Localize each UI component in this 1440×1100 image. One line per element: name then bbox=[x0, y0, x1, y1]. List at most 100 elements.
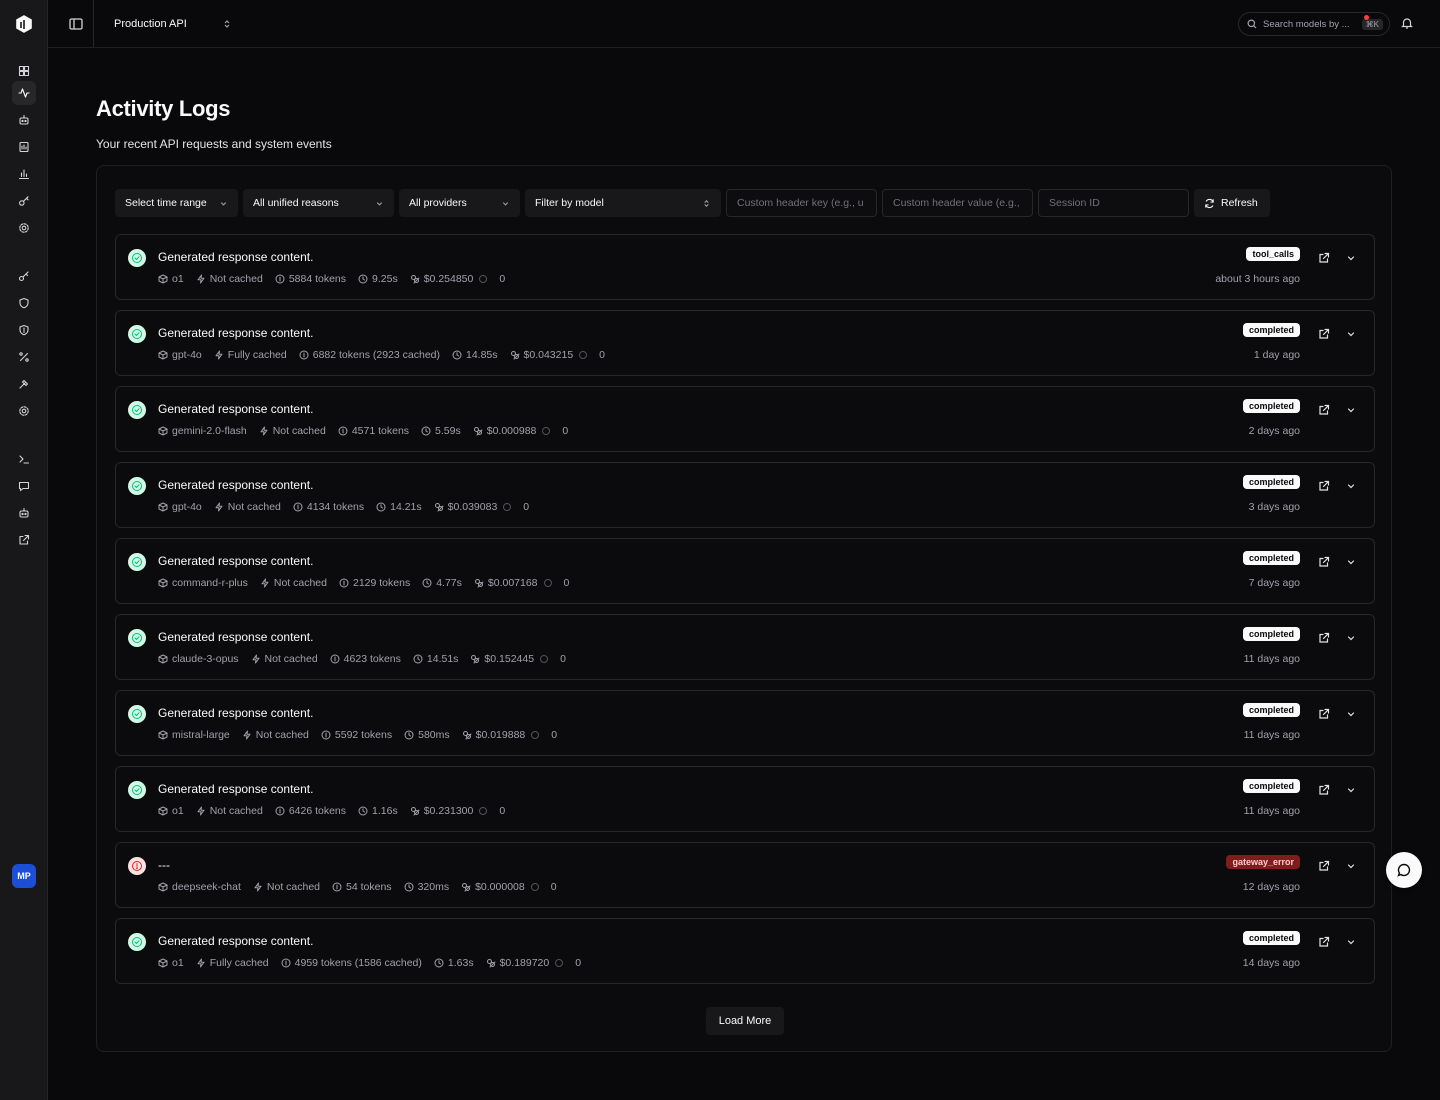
check-circle-icon bbox=[132, 937, 142, 947]
meta-duration: 5.59s bbox=[421, 425, 461, 437]
cache-status: Not cached bbox=[209, 273, 263, 285]
log-row[interactable]: Generated response content. o1 Not cached 6… bbox=[115, 766, 1375, 832]
providers-select[interactable]: All providers bbox=[399, 189, 520, 217]
info-icon[interactable] bbox=[579, 351, 588, 359]
bell-icon[interactable] bbox=[1400, 16, 1414, 30]
info-icon[interactable] bbox=[479, 807, 488, 815]
external-link-icon[interactable] bbox=[1318, 632, 1330, 644]
token-count: 4959 tokens (1586 cached) bbox=[294, 957, 422, 969]
chevron-down-icon[interactable] bbox=[1346, 481, 1356, 491]
duration: 14.51s bbox=[426, 653, 459, 665]
log-title: Generated response content. bbox=[158, 554, 314, 568]
sidebar-item-dashboard[interactable] bbox=[12, 59, 36, 83]
chevron-down-icon[interactable] bbox=[1346, 633, 1356, 643]
duration: 1.63s bbox=[447, 957, 474, 969]
meta-model: o1 bbox=[158, 805, 184, 817]
sidebar-item-percent[interactable] bbox=[12, 345, 36, 369]
info-icon[interactable] bbox=[540, 655, 549, 663]
cost-icon bbox=[471, 655, 480, 664]
external-link-icon[interactable] bbox=[1318, 860, 1330, 872]
token-count: 54 tokens bbox=[346, 881, 392, 893]
chevron-down-icon[interactable] bbox=[1346, 405, 1356, 415]
chevron-down-icon[interactable] bbox=[1346, 709, 1356, 719]
sidebar-item-activity[interactable] bbox=[12, 81, 36, 105]
custom-header-value-input[interactable]: Custom header value (e.g., bbox=[882, 189, 1033, 217]
external-link-icon[interactable] bbox=[1318, 556, 1330, 568]
info-icon[interactable] bbox=[503, 503, 512, 511]
external-link-icon[interactable] bbox=[1318, 328, 1330, 340]
external-link-icon[interactable] bbox=[1318, 708, 1330, 720]
chevron-down-icon[interactable] bbox=[1346, 557, 1356, 567]
log-timestamp: about 3 hours ago bbox=[1215, 273, 1300, 285]
model-filter-select[interactable]: Filter by model bbox=[525, 189, 721, 217]
chat-button[interactable] bbox=[1386, 852, 1422, 888]
external-link-icon[interactable] bbox=[1318, 784, 1330, 796]
log-row[interactable]: Generated response content. gpt-4o Fully c… bbox=[115, 310, 1375, 376]
chevron-down-icon[interactable] bbox=[1346, 253, 1356, 263]
reasons-select[interactable]: All unified reasons bbox=[243, 189, 394, 217]
info-icon[interactable] bbox=[531, 731, 540, 739]
cost-icon bbox=[486, 959, 496, 968]
log-row[interactable]: Generated response content. gpt-4o Not cac… bbox=[115, 462, 1375, 528]
sidebar-item-external-link[interactable] bbox=[12, 528, 36, 552]
chevron-down-icon[interactable] bbox=[1346, 785, 1356, 795]
log-row[interactable]: Generated response content. claude-3-opus… bbox=[115, 614, 1375, 680]
chevron-down-icon[interactable] bbox=[1346, 937, 1356, 947]
log-timestamp: 11 days ago bbox=[1243, 653, 1300, 665]
log-row[interactable]: --- deepseek-chat Not cached 54 tokens 320ms… bbox=[115, 842, 1375, 908]
meta-model: claude-3-opus bbox=[158, 653, 239, 665]
sidebar-toggle-icon[interactable] bbox=[68, 16, 84, 32]
log-timestamp: 11 days ago bbox=[1243, 805, 1300, 817]
sidebar-item-key[interactable] bbox=[12, 189, 36, 213]
sidebar-item-report[interactable] bbox=[12, 135, 36, 159]
refresh-button[interactable]: Refresh bbox=[1194, 189, 1270, 217]
logo-icon[interactable] bbox=[14, 14, 34, 34]
meta-count: 0 bbox=[523, 501, 529, 513]
log-title: Generated response content. bbox=[158, 630, 314, 644]
load-more-button[interactable]: Load More bbox=[706, 1007, 784, 1035]
token-count: 2129 tokens bbox=[352, 577, 411, 589]
log-timestamp: 2 days ago bbox=[1248, 425, 1300, 437]
log-row[interactable]: Generated response content. o1 Not cached 5… bbox=[115, 234, 1375, 300]
log-row[interactable]: Generated response content. command-r-plu… bbox=[115, 538, 1375, 604]
session-id-input[interactable]: Session ID bbox=[1038, 189, 1189, 217]
time-range-select[interactable]: Select time range bbox=[115, 189, 238, 217]
info-icon[interactable] bbox=[543, 579, 552, 587]
log-row[interactable]: Generated response content. mistral-large… bbox=[115, 690, 1375, 756]
external-link-icon[interactable] bbox=[1318, 936, 1330, 948]
sidebar-item-terminal[interactable] bbox=[12, 447, 36, 471]
chevron-down-icon[interactable] bbox=[1346, 329, 1356, 339]
sidebar-item-key-alt[interactable] bbox=[12, 264, 36, 288]
meta-model: mistral-large bbox=[158, 729, 230, 741]
sidebar-item-gear[interactable] bbox=[12, 399, 36, 423]
external-link-icon[interactable] bbox=[1318, 404, 1330, 416]
sidebar-item-hammer[interactable] bbox=[12, 372, 36, 396]
avatar[interactable]: MP bbox=[12, 864, 36, 888]
meta-cache: Fully cached bbox=[196, 957, 269, 969]
sidebar-item-bot-alt[interactable] bbox=[12, 501, 36, 525]
external-link-icon[interactable] bbox=[1318, 480, 1330, 492]
sidebar-item-shield[interactable] bbox=[12, 291, 36, 315]
status-badge: completed bbox=[1242, 551, 1300, 565]
log-timestamp: 12 days ago bbox=[1242, 881, 1300, 893]
token-count: 6882 tokens (2923 cached) bbox=[312, 349, 440, 361]
log-row[interactable]: Generated response content. o1 Fully cache… bbox=[115, 918, 1375, 984]
custom-header-key-input[interactable]: Custom header key (e.g., u bbox=[726, 189, 877, 217]
sidebar-item-bot[interactable] bbox=[12, 108, 36, 132]
sidebar-item-message[interactable] bbox=[12, 474, 36, 498]
meta-count: 0 bbox=[599, 349, 605, 361]
external-link-icon[interactable] bbox=[1318, 252, 1330, 264]
chevron-down-icon[interactable] bbox=[1346, 861, 1356, 871]
info-icon[interactable] bbox=[555, 959, 564, 967]
meta-tokens: 54 tokens bbox=[332, 881, 392, 893]
sidebar-item-bar-chart[interactable] bbox=[12, 162, 36, 186]
log-row[interactable]: Generated response content. gemini-2.0-fl… bbox=[115, 386, 1375, 452]
project-selector[interactable]: Production API bbox=[106, 12, 236, 36]
activity-icon bbox=[18, 88, 30, 98]
info-icon[interactable] bbox=[542, 427, 551, 435]
cost-icon bbox=[474, 579, 484, 588]
sidebar-item-settings[interactable] bbox=[12, 216, 36, 240]
info-icon[interactable] bbox=[530, 883, 539, 891]
sidebar-item-shield-alert[interactable] bbox=[12, 318, 36, 342]
info-icon[interactable] bbox=[479, 275, 488, 283]
